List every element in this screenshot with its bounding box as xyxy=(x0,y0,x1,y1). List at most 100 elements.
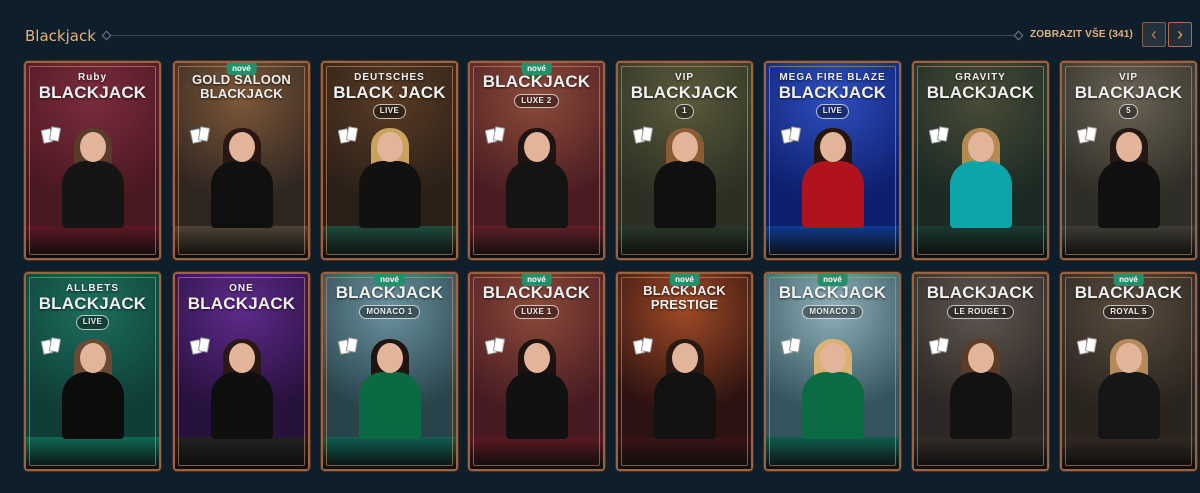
game-card[interactable]: BLACKJACK LE ROUGE 1 xyxy=(912,272,1049,471)
chevron-right-icon: › xyxy=(1177,24,1183,44)
game-table xyxy=(175,437,308,469)
game-card[interactable]: nové BLACKJACK LUXE 2 xyxy=(468,61,605,260)
game-logo-subtitle: LIVE xyxy=(75,315,110,330)
game-logo: ALLBETS BLACKJACK LIVE xyxy=(34,283,151,330)
game-card[interactable]: Ruby BLACKJACK xyxy=(24,61,161,260)
show-all-link[interactable]: ZOBRAZIT VŠE (341) xyxy=(1030,29,1133,40)
game-card[interactable]: ONE BLACKJACK xyxy=(173,272,310,471)
playing-cards-icon xyxy=(337,126,363,144)
game-card[interactable]: DEUTSCHES BLACK JACK LIVE xyxy=(321,61,458,260)
dealer-figure xyxy=(357,339,423,441)
game-card[interactable]: nové BLACKJACK LUXE 1 xyxy=(468,272,605,471)
game-table xyxy=(470,437,603,469)
game-card[interactable]: nové GOLD SALOON BLACKJACK xyxy=(173,61,310,260)
game-table xyxy=(26,226,159,258)
carousel-prev-button[interactable]: ‹ xyxy=(1142,22,1166,47)
game-logo-subtitle: MONACO 1 xyxy=(359,304,420,320)
new-badge: nové xyxy=(374,274,405,286)
dealer-figure xyxy=(652,339,718,441)
game-table xyxy=(914,437,1047,469)
new-badge: nové xyxy=(521,274,552,286)
game-card[interactable]: VIP BLACKJACK 1 xyxy=(616,61,753,260)
game-logo-top: GRAVITY xyxy=(955,72,1006,83)
game-logo-top: ONE xyxy=(229,283,254,294)
game-card[interactable]: nové BLACKJACK ROYAL 5 xyxy=(1060,272,1197,471)
game-logo-title: BLACKJACK xyxy=(778,283,887,302)
game-logo: BLACKJACK ROYAL 5 xyxy=(1070,283,1187,320)
game-card[interactable]: ALLBETS BLACKJACK LIVE xyxy=(24,272,161,471)
game-logo-subtitle: 5 xyxy=(1119,104,1138,119)
dealer-figure xyxy=(948,128,1014,230)
game-logo-title: BLACKJACK xyxy=(482,72,591,91)
new-badge: nové xyxy=(226,63,257,75)
game-logo: BLACKJACK PRESTIGE xyxy=(626,284,743,311)
game-card[interactable]: MEGA FIRE BLAZE BLACKJACK LIVE xyxy=(764,61,901,260)
new-badge: nové xyxy=(1113,274,1144,286)
game-table xyxy=(323,226,456,258)
game-logo-subtitle: 1 xyxy=(675,104,694,119)
playing-cards-icon xyxy=(632,337,658,355)
game-logo: DEUTSCHES BLACK JACK LIVE xyxy=(331,72,448,119)
game-logo-top: ALLBETS xyxy=(65,283,120,294)
game-logo-title: BLACKJACK xyxy=(187,293,296,313)
game-logo-title: BLACKJACK xyxy=(482,283,591,302)
dealer-figure xyxy=(209,128,275,230)
dealer-figure xyxy=(60,339,126,441)
dealer-figure xyxy=(800,339,866,441)
game-card[interactable]: nové BLACKJACK PRESTIGE xyxy=(616,272,753,471)
game-table xyxy=(470,226,603,258)
game-logo-top: Ruby xyxy=(78,72,107,83)
game-logo: BLACKJACK MONACO 1 xyxy=(331,284,448,320)
game-logo-top: MEGA FIRE BLAZE xyxy=(779,72,886,83)
dealer-figure xyxy=(357,128,423,230)
game-logo-title: BLACKJACK xyxy=(38,82,147,102)
game-logo: BLACKJACK LE ROUGE 1 xyxy=(922,284,1039,320)
game-logo-subtitle: LE ROUGE 1 xyxy=(947,304,1014,320)
game-logo-subtitle: LIVE xyxy=(372,104,407,119)
dealer-figure xyxy=(948,339,1014,441)
game-logo-title: GOLD SALOON BLACKJACK xyxy=(192,72,291,101)
section-divider xyxy=(106,35,1019,36)
game-logo-title: BLACK JACK xyxy=(333,82,446,102)
game-logo-subtitle: MONACO 3 xyxy=(802,304,863,320)
game-table xyxy=(1062,437,1195,469)
game-card[interactable]: VIP BLACKJACK 5 xyxy=(1060,61,1197,260)
game-card[interactable]: GRAVITY BLACKJACK xyxy=(912,61,1049,260)
playing-cards-icon xyxy=(189,126,215,144)
game-logo-subtitle: LUXE 2 xyxy=(514,93,559,109)
playing-cards-icon xyxy=(40,126,66,144)
game-card[interactable]: nové BLACKJACK MONACO 1 xyxy=(321,272,458,471)
playing-cards-icon xyxy=(484,337,510,355)
playing-cards-icon xyxy=(780,337,806,355)
chevron-left-icon: ‹ xyxy=(1151,24,1157,44)
game-logo-top: VIP xyxy=(1118,72,1139,83)
dealer-figure xyxy=(60,128,126,230)
game-table xyxy=(766,226,899,258)
game-logo: VIP BLACKJACK 1 xyxy=(626,72,743,119)
game-logo-title: BLACKJACK xyxy=(926,82,1035,102)
playing-cards-icon xyxy=(189,337,215,355)
game-logo: GRAVITY BLACKJACK xyxy=(922,72,1039,102)
game-logo: BLACKJACK MONACO 3 xyxy=(774,283,891,320)
game-logo-title: BLACKJACK PRESTIGE xyxy=(643,283,726,312)
game-grid: Ruby BLACKJACK nové GOLD SALOON BLACKJACK DE… xyxy=(24,61,1200,493)
playing-cards-icon xyxy=(928,337,954,355)
game-logo-title: BLACKJACK xyxy=(38,293,147,313)
dealer-figure xyxy=(504,339,570,441)
game-logo: Ruby BLACKJACK xyxy=(34,72,151,102)
playing-cards-icon xyxy=(484,126,510,144)
game-logo-title: BLACKJACK xyxy=(1074,283,1183,302)
playing-cards-icon xyxy=(928,126,954,144)
game-table xyxy=(175,226,308,258)
game-card[interactable]: nové BLACKJACK MONACO 3 xyxy=(764,272,901,471)
playing-cards-icon xyxy=(632,126,658,144)
playing-cards-icon xyxy=(40,337,66,355)
dealer-figure xyxy=(1096,339,1162,441)
dealer-figure xyxy=(209,339,275,441)
game-table xyxy=(26,437,159,469)
new-badge: nové xyxy=(669,274,700,286)
carousel-next-button[interactable]: › xyxy=(1168,22,1192,47)
game-logo-subtitle: ROYAL 5 xyxy=(1103,304,1154,320)
game-logo: GOLD SALOON BLACKJACK xyxy=(183,73,300,100)
game-table xyxy=(618,437,751,469)
